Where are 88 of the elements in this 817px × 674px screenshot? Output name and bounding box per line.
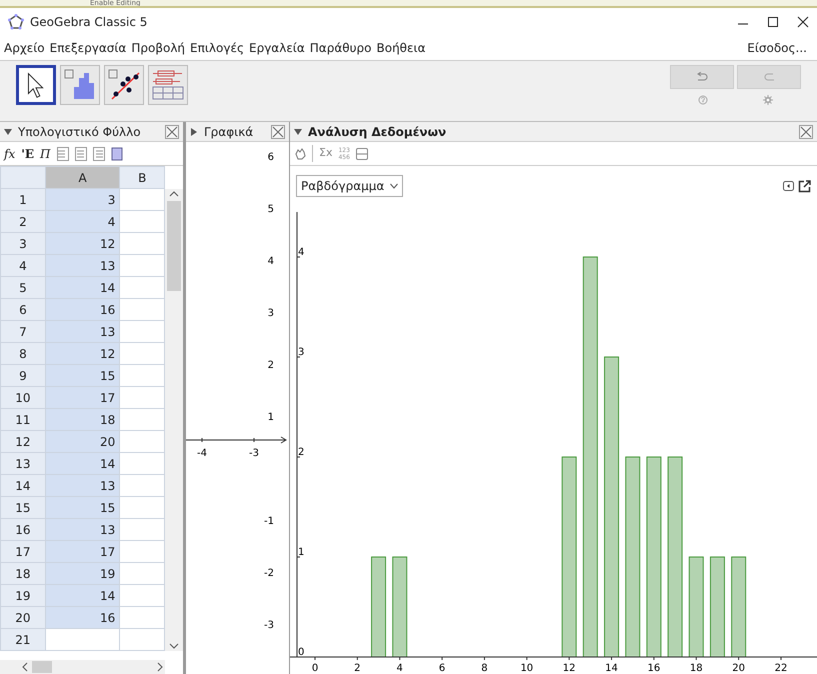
row-header[interactable]: 2 xyxy=(0,210,46,232)
axis-label: 4 xyxy=(298,247,304,258)
axis-label: 20 xyxy=(732,663,745,674)
row-header[interactable]: 17 xyxy=(0,540,46,562)
axis-label: 0 xyxy=(298,647,304,658)
axis-label: -3 xyxy=(264,620,274,631)
axis-label: -1 xyxy=(264,516,274,527)
menu-item[interactable]: Παράθυρο xyxy=(310,38,372,56)
table-cell[interactable]: 19 xyxy=(45,562,120,584)
table-cell[interactable]: 17 xyxy=(45,540,120,562)
menu-item[interactable]: Εργαλεία xyxy=(249,38,305,56)
table-cell[interactable]: 3 xyxy=(45,188,120,210)
axis-label: 4 xyxy=(396,663,403,674)
axis-label: 16 xyxy=(648,663,660,674)
toolbar-button[interactable]: Π xyxy=(40,144,51,162)
row-header[interactable]: 5 xyxy=(0,276,46,298)
plot-type-dropdown[interactable]: Ραβδόγραμμα xyxy=(296,175,404,197)
row-header[interactable]: 15 xyxy=(0,496,46,518)
axis-label: 18 xyxy=(690,663,703,674)
table-cell[interactable]: 16 xyxy=(45,298,120,320)
axis-label: 6 xyxy=(438,663,446,674)
sign-in-link[interactable]: Είσοδος... xyxy=(747,38,807,56)
axis-label: 5 xyxy=(268,204,274,215)
menu-item[interactable]: Προβολή xyxy=(131,38,186,56)
table-cell[interactable]: 15 xyxy=(45,364,120,386)
column-header[interactable]: B xyxy=(120,166,165,188)
axis-label: 12 xyxy=(562,663,576,674)
axis-label: 0 xyxy=(312,663,318,674)
table-cell[interactable]: 16 xyxy=(45,606,120,628)
axis-label: 2 xyxy=(268,360,274,371)
row-header[interactable]: 4 xyxy=(0,254,46,276)
axis-label: 1 xyxy=(298,547,304,558)
axis-label: 6 xyxy=(268,152,274,163)
axis-label: 10 xyxy=(520,663,534,674)
toolbar-button[interactable]: fx xyxy=(4,144,16,162)
table-cell[interactable]: 12 xyxy=(45,232,120,254)
row-header[interactable]: 11 xyxy=(0,408,46,430)
axis-label: -3 xyxy=(249,448,259,459)
axis-label: 2 xyxy=(298,447,304,458)
table-cell[interactable]: 13 xyxy=(45,518,120,540)
window-title: GeoGebra Classic 5 xyxy=(30,14,148,30)
row-header[interactable]: 21 xyxy=(0,628,46,650)
axis-label: 2 xyxy=(354,663,361,674)
row-header[interactable]: 7 xyxy=(0,320,46,342)
table-cell[interactable]: 13 xyxy=(45,320,120,342)
panel-title: Ανάλυση Δεδομένων xyxy=(308,124,446,140)
row-header[interactable]: 13 xyxy=(0,452,46,474)
row-header[interactable]: 6 xyxy=(0,298,46,320)
row-header[interactable]: 20 xyxy=(0,606,46,628)
table-cell[interactable]: 12 xyxy=(45,342,120,364)
axis-label: 3 xyxy=(268,308,274,319)
row-header[interactable]: 14 xyxy=(0,474,46,496)
axis-label: 1 xyxy=(268,412,274,423)
table-cell[interactable]: 13 xyxy=(45,254,120,276)
table-cell[interactable]: 17 xyxy=(45,386,120,408)
row-header[interactable]: 9 xyxy=(0,364,46,386)
table-cell[interactable]: 13 xyxy=(45,474,120,496)
row-header[interactable]: 12 xyxy=(0,430,46,452)
panel-title: Υπολογιστικό Φύλλο xyxy=(18,124,141,140)
row-header[interactable]: 19 xyxy=(0,584,46,606)
row-header[interactable]: 1 xyxy=(0,188,46,210)
menu-item[interactable]: Επεξεργασία xyxy=(50,38,126,56)
sum-button[interactable]: Σx xyxy=(312,145,332,162)
axis-label: 22 xyxy=(774,663,788,674)
column-header[interactable]: A xyxy=(45,166,120,188)
row-header[interactable]: 8 xyxy=(0,342,46,364)
axis-label: 8 xyxy=(481,663,488,674)
axis-label: 4 xyxy=(268,256,274,267)
menu-item[interactable]: Βοήθεια xyxy=(376,38,426,56)
axis-label: 14 xyxy=(605,663,618,674)
table-cell[interactable]: 4 xyxy=(45,210,120,232)
row-header[interactable]: 16 xyxy=(0,518,46,540)
panel-title: Γραφικά xyxy=(204,124,254,140)
menu-item[interactable]: Επιλογές xyxy=(190,38,244,56)
table-cell[interactable]: 18 xyxy=(45,408,120,430)
row-header[interactable]: 18 xyxy=(0,562,46,584)
table-cell[interactable]: 14 xyxy=(45,584,120,606)
toolbar-button[interactable]: 'E xyxy=(21,144,34,162)
row-header[interactable]: 3 xyxy=(0,232,46,254)
menu-item[interactable]: Αρχείο xyxy=(4,38,45,56)
table-cell[interactable]: 15 xyxy=(45,496,120,518)
row-header[interactable]: 10 xyxy=(0,386,46,408)
axis-label: -2 xyxy=(264,568,274,579)
table-cell[interactable]: 14 xyxy=(45,276,120,298)
table-cell[interactable]: 20 xyxy=(45,430,120,452)
axis-label: -4 xyxy=(197,448,207,459)
axis-label: 3 xyxy=(298,347,304,358)
table-cell[interactable]: 14 xyxy=(45,452,120,474)
